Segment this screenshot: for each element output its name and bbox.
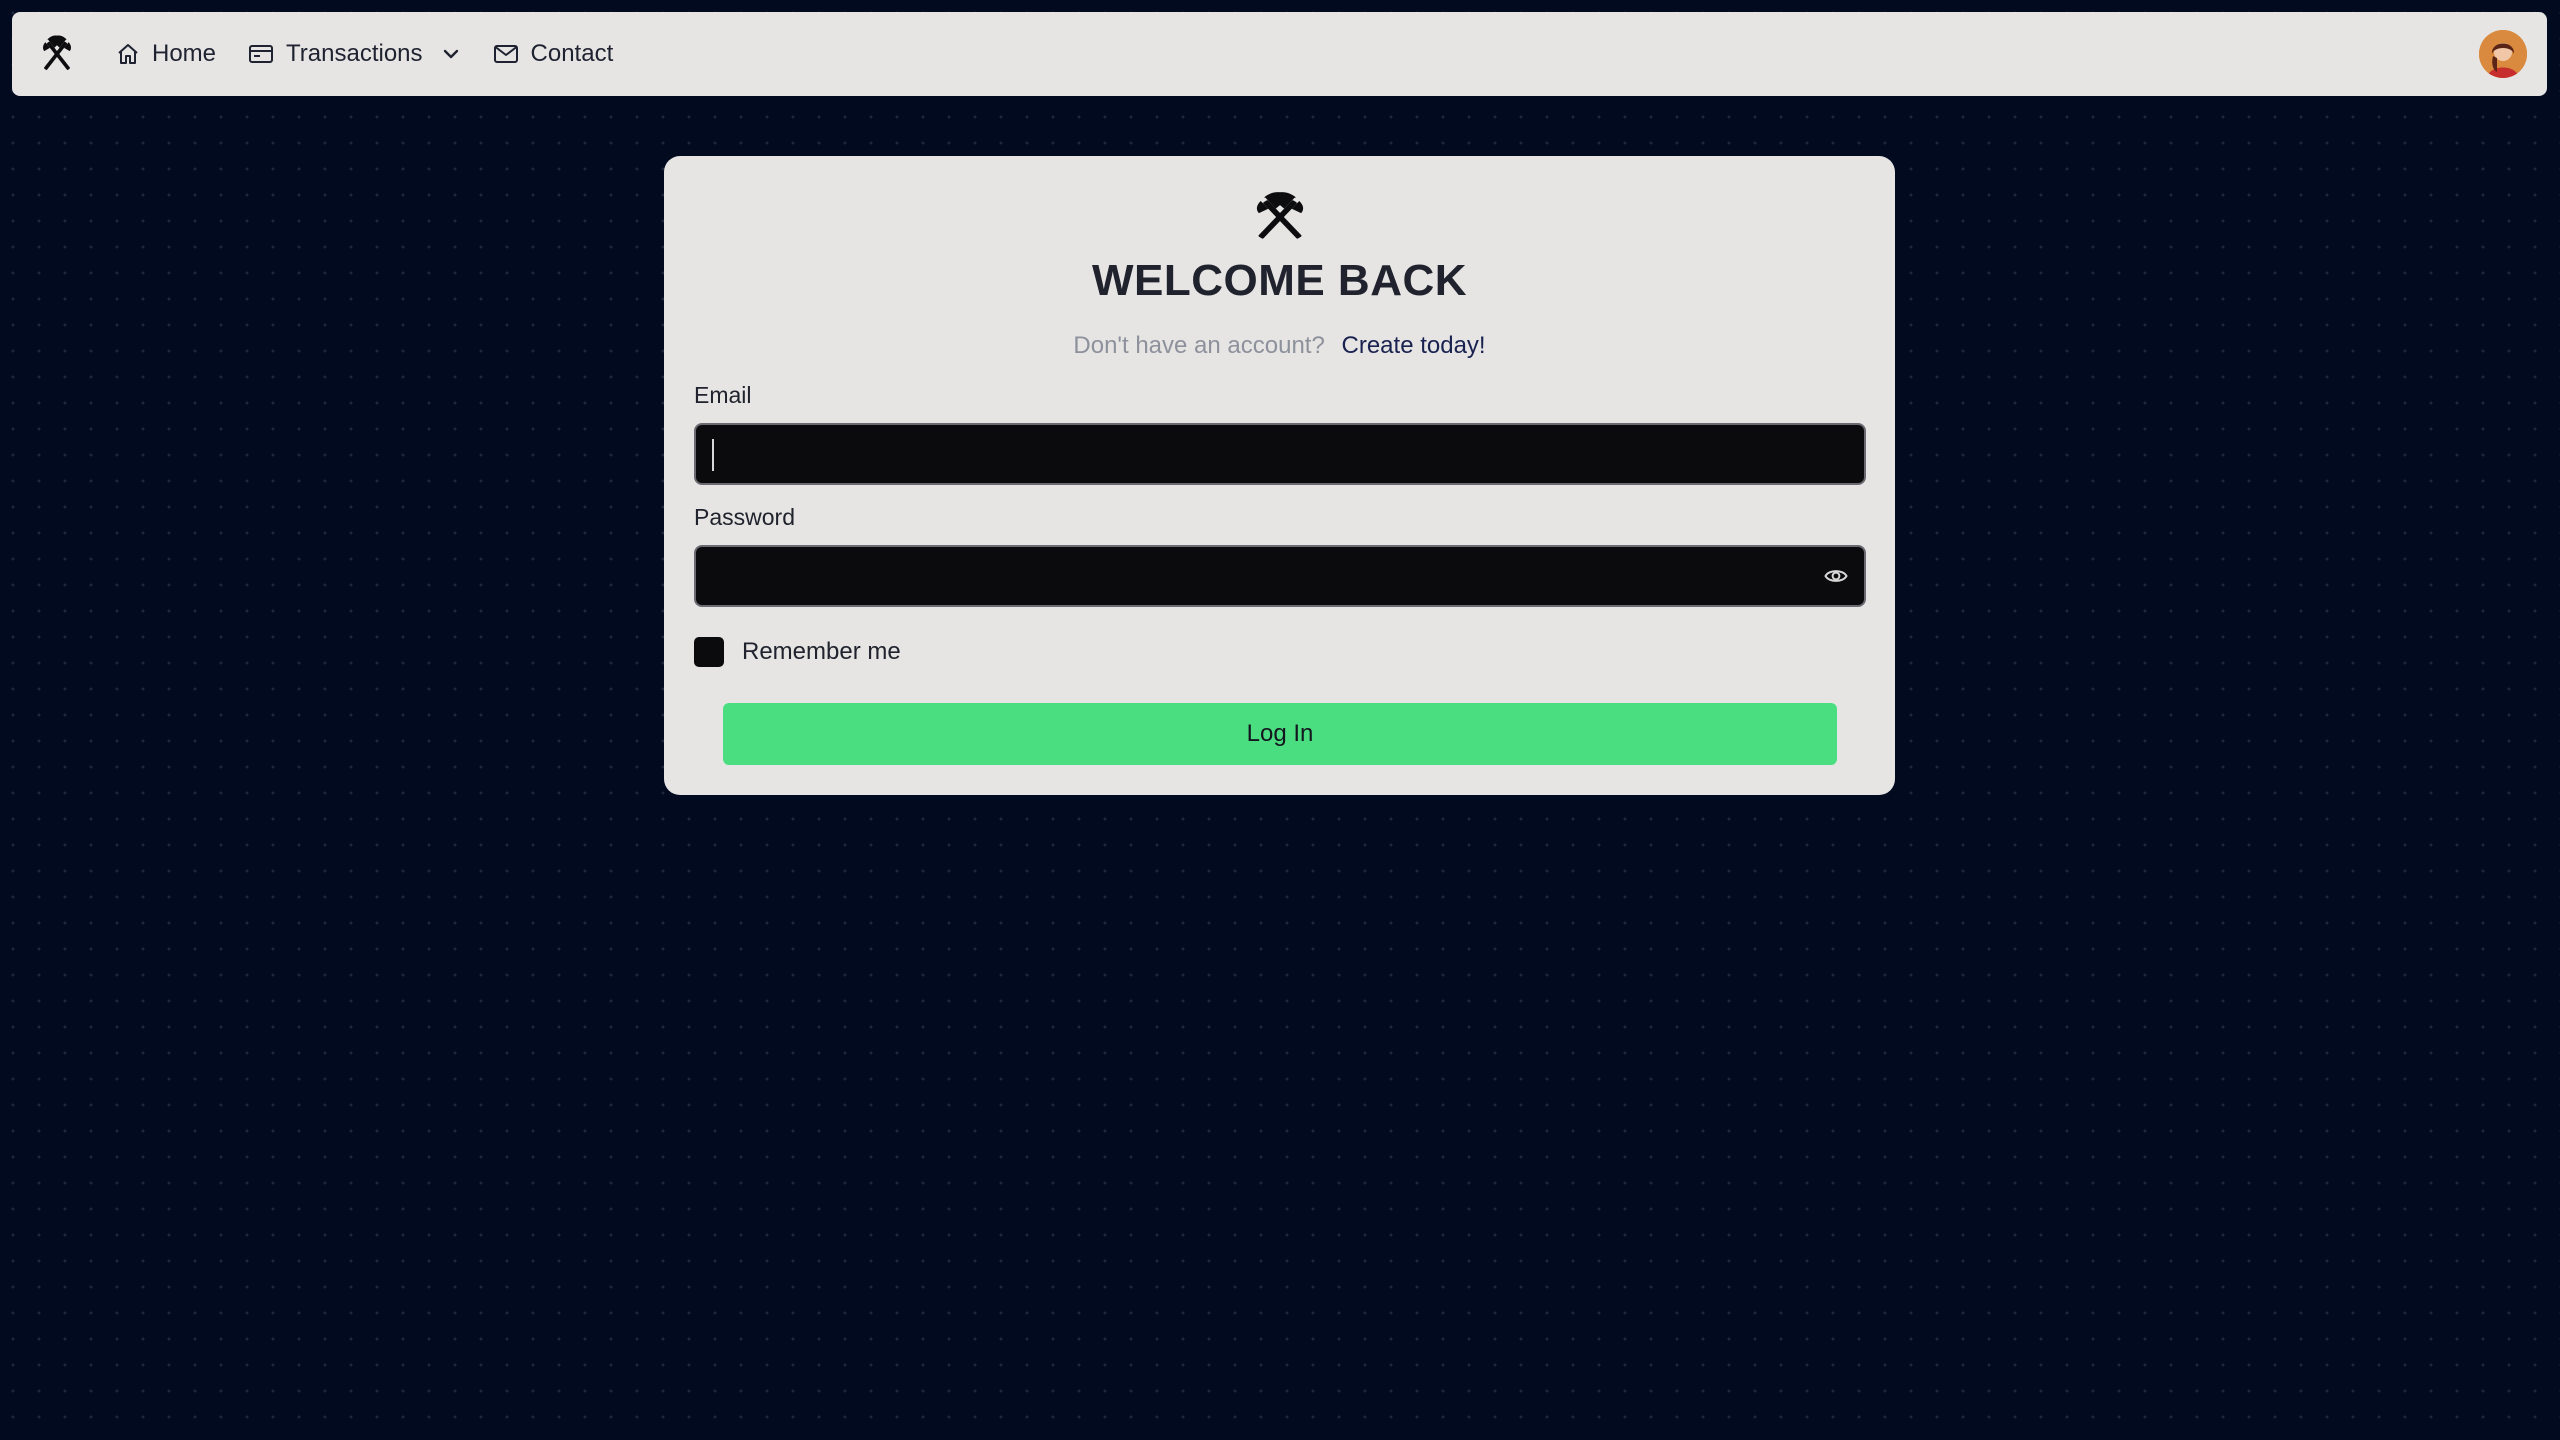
nav-transactions-label: Transactions: [286, 40, 423, 67]
page-title: WELCOME BACK: [1091, 256, 1468, 305]
crossed-axes-icon[interactable]: [30, 27, 84, 81]
user-avatar[interactable]: [2479, 30, 2527, 78]
email-label: Email: [694, 382, 752, 408]
home-icon: [118, 44, 138, 64]
nav-home-label: Home: [152, 40, 217, 67]
signup-prompt-row: Don't have an account? Create today!: [664, 332, 1895, 360]
chevron-down-icon: [443, 49, 458, 59]
card-icon: [249, 45, 274, 63]
remember-me-label[interactable]: Remember me: [742, 638, 901, 666]
login-button[interactable]: Log In: [723, 703, 1837, 765]
top-navbar: Home Transactions Contact: [12, 12, 2547, 96]
remember-me-row: Remember me: [694, 637, 901, 667]
password-label: Password: [694, 504, 795, 530]
text-caret: [712, 439, 714, 471]
signup-prompt-text: Don't have an account?: [1073, 332, 1325, 359]
nav-home-link[interactable]: Home: [116, 40, 216, 68]
nav-transactions-dropdown[interactable]: Transactions: [248, 40, 461, 68]
email-field[interactable]: [694, 423, 1866, 485]
create-account-link[interactable]: Create today!: [1342, 332, 1486, 359]
nav-contact-link[interactable]: Contact: [493, 40, 614, 68]
password-field[interactable]: [694, 545, 1866, 607]
nav-contact-label: Contact: [530, 40, 614, 67]
crossed-axes-icon: [1238, 185, 1322, 248]
remember-me-checkbox[interactable]: [694, 637, 724, 667]
mail-icon: [493, 45, 518, 63]
login-card: WELCOME BACK Don't have an account? Crea…: [664, 156, 1895, 795]
eye-icon[interactable]: [1824, 566, 1848, 591]
